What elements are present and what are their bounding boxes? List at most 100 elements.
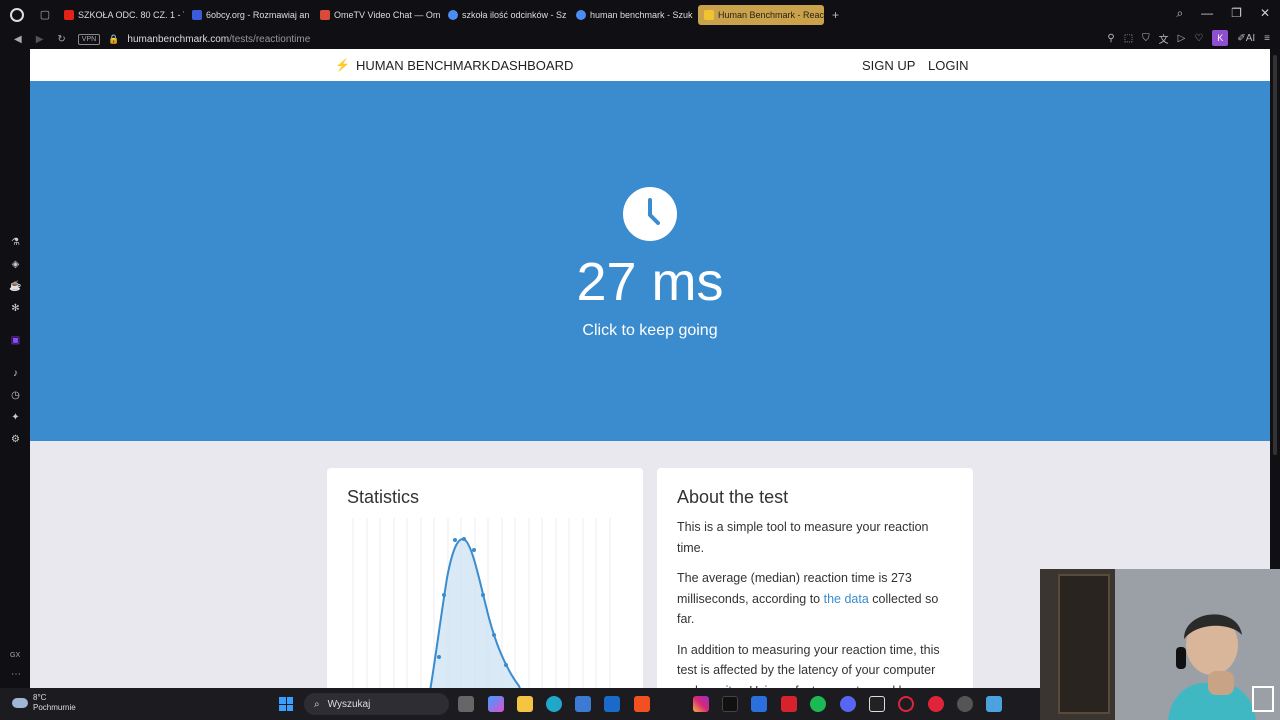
settings-icon[interactable]: ⚙ (9, 433, 22, 446)
about-paragraph-1: This is a simple tool to measure your re… (677, 520, 929, 555)
browser-sidebar: ⚗ ◈ ☕ ✻ ▣ ♪ ◷ ✦ ⚙ GX ⋯ (0, 49, 30, 688)
forward-icon[interactable]: ▶ (36, 34, 44, 45)
address-bar: ◀ ▶ ↻ VPN 🔒 humanbenchmark.com/tests/rea… (0, 29, 1280, 49)
google-icon (448, 9, 458, 20)
gx-corner-icon[interactable]: ◈ (9, 258, 22, 271)
heart-icon[interactable]: ♡ (1194, 33, 1203, 44)
tiktok-icon[interactable] (722, 696, 738, 712)
webcam-overlay (1040, 569, 1280, 720)
more-icon[interactable]: ⋯ (11, 669, 21, 680)
google-icon (576, 9, 586, 20)
tab-5[interactable]: human benchmark - Szuk (570, 5, 696, 25)
history-icon[interactable]: ◷ (9, 389, 22, 402)
hot-tabs-icon[interactable]: ☕ (9, 280, 22, 293)
workspaces-icon[interactable]: ▢ (38, 8, 52, 22)
messenger-icon[interactable] (928, 696, 944, 712)
window-controls: ⌕ — ❐ ✕ (1176, 6, 1270, 21)
keep-going-prompt: Click to keep going (582, 322, 718, 339)
window-frame (1252, 686, 1274, 712)
about-card: About the test This is a simple tool to … (657, 468, 973, 688)
gx-label: GX (10, 652, 21, 659)
reload-icon[interactable]: ↻ (57, 34, 65, 45)
about-paragraph-2: The average (median) reaction time is 27… (677, 571, 939, 626)
maximize-button[interactable]: ❐ (1231, 6, 1242, 21)
store-icon[interactable] (575, 696, 591, 712)
weather-temp: 8°C (33, 693, 47, 702)
vpn-badge[interactable]: VPN (77, 33, 101, 45)
translate-icon[interactable]: 文 (1159, 31, 1169, 46)
statistics-title: Statistics (347, 487, 420, 507)
snapshot-icon[interactable]: ⬚ (1124, 33, 1133, 44)
start-button[interactable] (279, 697, 293, 711)
edge-icon[interactable] (546, 696, 562, 712)
tab-3[interactable]: OmeTV Video Chat — Om (314, 5, 440, 25)
discord-icon[interactable] (840, 696, 856, 712)
spotify-icon[interactable] (810, 696, 826, 712)
lock-icon[interactable]: 🔒 (108, 34, 119, 45)
scrollbar-thumb[interactable] (1273, 55, 1277, 455)
app-icon[interactable] (751, 696, 767, 712)
instagram-icon[interactable] (693, 696, 709, 712)
distribution-chart (352, 518, 611, 688)
nav-login[interactable]: LOGIN (928, 58, 968, 73)
site-navbar: ⚡ HUMAN BENCHMARK DASHBOARD SIGN UP LOGI… (30, 49, 1270, 81)
gx-cleaner-icon[interactable]: ✻ (9, 302, 22, 315)
play-icon[interactable]: ▷ (1178, 33, 1186, 44)
browser-tab-bar: ▢ SZKOŁA ODC. 80 CZ. 1 - Y 6obcy.org - R… (0, 0, 1280, 29)
wps-icon[interactable] (781, 696, 797, 712)
outlook-icon[interactable] (604, 696, 620, 712)
unreal-icon[interactable] (869, 696, 885, 712)
music-player-icon[interactable]: ♪ (9, 367, 22, 380)
tab-4[interactable]: szkoła ilość odcinków - Sz (442, 5, 568, 25)
weather-desc: Pochmurnie (33, 703, 76, 712)
gx-control-icon[interactable]: ⚗ (9, 236, 22, 249)
new-tab-button[interactable]: + (832, 8, 839, 22)
nav-dashboard[interactable]: DASHBOARD (491, 58, 573, 73)
taskbar-search[interactable]: ⌕ Wyszukaj (304, 693, 449, 715)
menu-icon[interactable]: ≡ (1264, 33, 1270, 44)
ometv-icon (320, 9, 330, 20)
tab-1[interactable]: SZKOŁA ODC. 80 CZ. 1 - Y (58, 5, 184, 25)
youtube-icon (64, 9, 74, 20)
profile-avatar[interactable]: K (1212, 30, 1229, 46)
opera-logo-icon[interactable] (10, 7, 24, 22)
task-view-icon[interactable] (458, 696, 474, 712)
twitch-icon[interactable]: ▣ (9, 334, 22, 347)
reaction-test-area[interactable]: 27 ms Click to keep going (30, 81, 1270, 441)
tab-2[interactable]: 6obcy.org - Rozmawiaj an (186, 5, 312, 25)
weather-widget[interactable]: 8°C Pochmurnie (12, 693, 76, 713)
shield-icon[interactable]: ⛉ (1142, 33, 1150, 44)
chrome-icon[interactable] (957, 696, 973, 712)
ai-button[interactable]: ✐AI (1237, 33, 1255, 44)
minimize-button[interactable]: — (1201, 6, 1213, 21)
streamer-image (1168, 614, 1256, 720)
about-title: About the test (677, 487, 789, 507)
photos-icon[interactable] (986, 696, 1002, 712)
about-paragraph-3: In addition to measuring your reaction t… (677, 642, 940, 689)
close-button[interactable]: ✕ (1260, 6, 1270, 21)
address-actions: ⚲ ⬚ ⛉ 文 ▷ ♡ K ✐AI ≡ (1107, 30, 1270, 46)
bookshelf (1058, 574, 1110, 714)
tab-active[interactable]: Human Benchmark - Reac (698, 4, 824, 25)
search-tabs-icon[interactable]: ⌕ (1176, 6, 1183, 21)
lightning-icon: ⚡ (335, 58, 350, 72)
pin-icon[interactable]: ⚲ (1107, 33, 1114, 44)
opera-gx-icon[interactable] (898, 696, 914, 712)
reaction-result: 27 ms (576, 252, 724, 312)
extensions-icon[interactable]: ✦ (9, 411, 22, 424)
brave-icon[interactable] (634, 696, 650, 712)
site-logo[interactable]: ⚡ HUMAN BENCHMARK (335, 58, 490, 73)
back-icon[interactable]: ◀ (14, 34, 22, 45)
search-icon: ⌕ (314, 698, 320, 710)
clock-icon (623, 187, 677, 241)
url-field[interactable]: humanbenchmark.com/tests/reactiontime (127, 34, 310, 45)
6obcy-icon (192, 9, 202, 20)
nav-signup[interactable]: SIGN UP (862, 58, 915, 73)
lightning-icon (704, 9, 714, 20)
file-explorer-icon[interactable] (517, 696, 533, 712)
data-link[interactable]: the data (824, 592, 869, 606)
statistics-card: Statistics (327, 468, 643, 688)
about-text: This is a simple tool to measure your re… (677, 517, 957, 688)
cloud-icon (12, 698, 28, 708)
copilot-icon[interactable] (488, 696, 504, 712)
